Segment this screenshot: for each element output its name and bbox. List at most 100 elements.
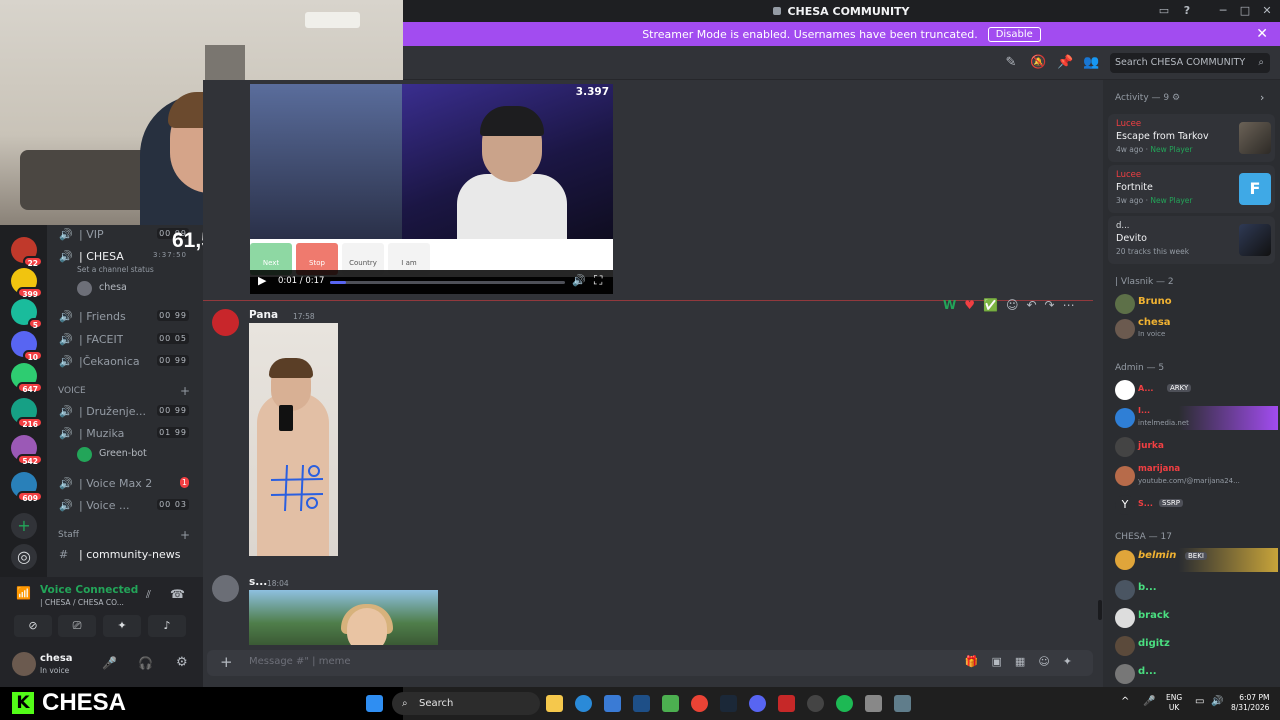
close-window-button[interactable]: ✕ (1259, 3, 1275, 19)
voice-user[interactable]: Green-bot (77, 446, 197, 464)
volume-icon[interactable]: 🔊 (572, 274, 586, 287)
threads-icon[interactable]: ✎ (1003, 55, 1019, 71)
avatar[interactable] (212, 575, 239, 602)
server-icon[interactable]: 22 (11, 237, 43, 268)
discover-icon[interactable]: ◎ (11, 544, 37, 570)
scrollbar-thumb[interactable] (1098, 600, 1102, 620)
app-icon[interactable] (633, 695, 650, 712)
volume-icon[interactable]: 🔊 (1211, 697, 1223, 707)
deafen-icon[interactable]: 🎧 (138, 656, 153, 670)
camera-off-button[interactable]: ⊘ (14, 615, 52, 637)
member-item[interactable]: digitz (1113, 634, 1278, 658)
activity-card[interactable]: Lucee Escape from Tarkov 4w ago · New Pl… (1108, 114, 1275, 162)
minimize-button[interactable]: ─ (1215, 3, 1231, 19)
member-item[interactable]: brack (1113, 606, 1278, 630)
notification-icon[interactable]: 🔕 (1030, 55, 1046, 71)
member-item[interactable]: Bruno (1113, 292, 1278, 316)
settings-icon[interactable] (865, 695, 882, 712)
message-image[interactable] (249, 323, 338, 556)
more-icon[interactable]: ⋯ (1063, 298, 1075, 312)
screen-share-button[interactable]: ⎚ (58, 615, 96, 637)
avatar[interactable] (212, 309, 239, 336)
channel-cekaonica[interactable]: 🔊 |Čekaonica 00 99 (47, 352, 203, 374)
fullscreen-icon[interactable]: ⛶ (594, 273, 602, 288)
member-item[interactable]: I... intelmedia.net (1113, 406, 1278, 430)
channel-voice-max[interactable]: 🔊 | Voice Max 2 1 (47, 474, 203, 496)
video-embed[interactable]: 3.397 Next Stop Country I am ▶ 0:01 / 0:… (250, 84, 613, 294)
app-icon[interactable] (807, 695, 824, 712)
activity-card[interactable]: d... Devito 20 tracks this week (1108, 216, 1275, 264)
emoji-icon[interactable]: ☺ (1038, 655, 1062, 668)
chrome-icon[interactable] (691, 695, 708, 712)
reply-icon[interactable]: ↶ (1026, 298, 1036, 312)
discord-icon[interactable] (749, 695, 766, 712)
server-icon[interactable]: 399 (11, 268, 43, 299)
close-banner-icon[interactable]: ✕ (1256, 26, 1268, 42)
spotify-icon[interactable] (836, 695, 853, 712)
disable-streamer-mode-button[interactable]: Disable (987, 26, 1041, 42)
sticker-icon[interactable]: ▦ (1015, 655, 1038, 668)
avatar[interactable] (12, 652, 36, 676)
help-icon[interactable]: ? (1179, 3, 1195, 19)
chevron-right-icon[interactable]: › (1260, 91, 1264, 104)
server-icon[interactable]: 609 (11, 472, 43, 503)
add-channel-icon[interactable]: + (180, 528, 190, 542)
add-server-icon[interactable]: + (11, 513, 37, 539)
settings-gear-icon[interactable]: ⚙ (176, 655, 188, 670)
member-item[interactable]: A... ARKY (1113, 378, 1278, 402)
gear-icon[interactable]: ⚙ (1172, 93, 1180, 103)
shield-icon[interactable] (778, 695, 795, 712)
clock[interactable]: 6:07 PM 8/31/2026 (1231, 693, 1269, 713)
inbox-icon[interactable]: ▭ (1156, 3, 1172, 19)
microphone-icon[interactable]: 🎤 (1143, 697, 1155, 707)
edge-icon[interactable] (575, 695, 592, 712)
steam-icon[interactable] (720, 695, 737, 712)
file-explorer-icon[interactable] (546, 695, 563, 712)
tray-chevron-icon[interactable]: ^ (1121, 697, 1129, 707)
server-icon[interactable]: 542 (11, 435, 43, 466)
server-icon[interactable]: 647 (11, 363, 43, 394)
heart-reaction-icon[interactable]: ♥ (964, 298, 975, 312)
gif-icon[interactable]: ▣ (992, 655, 1015, 668)
voice-user[interactable]: chesa (77, 280, 197, 298)
mute-icon[interactable]: 🎤 (102, 656, 117, 670)
member-item[interactable]: chesa In voice (1113, 317, 1278, 341)
check-reaction-icon[interactable]: ✅ (983, 298, 998, 312)
noise-suppression-icon[interactable]: ⫽ (146, 588, 151, 602)
video-progress-bar[interactable] (330, 281, 565, 284)
member-item[interactable]: Y S... SSRP (1113, 493, 1278, 517)
soundboard-button[interactable]: ♪ (148, 615, 186, 637)
activities-button[interactable]: ✦ (103, 615, 141, 637)
channel-druzenje[interactable]: 🔊 | Druženje... 00 99 (47, 402, 203, 424)
member-item[interactable]: jurka (1113, 435, 1278, 459)
w-reaction-icon[interactable]: W (943, 298, 956, 312)
channel-friends[interactable]: 🔊 | Friends 00 99 (47, 307, 203, 329)
message-composer[interactable]: + Message #" | meme 🎁▣▦☺✦ (207, 650, 1093, 676)
member-item[interactable]: marijana youtube.com/@marijana24... (1113, 464, 1278, 488)
add-reaction-icon[interactable]: ☺ (1006, 298, 1019, 312)
minecraft-icon[interactable] (662, 695, 679, 712)
channel-status[interactable]: Set a channel status (77, 265, 154, 274)
network-icon[interactable]: ▭ (1195, 697, 1204, 707)
message-author[interactable]: s... (249, 576, 267, 588)
store-icon[interactable] (604, 695, 621, 712)
server-icon[interactable]: 5 (11, 299, 43, 330)
activity-card[interactable]: Lucee Fortnite 3w ago · New Player F (1108, 165, 1275, 213)
taskbar-search[interactable]: ⌕ Search (392, 692, 540, 715)
upload-plus-icon[interactable]: + (220, 653, 233, 671)
member-item[interactable]: belmin BEKI (1113, 548, 1278, 572)
message-author[interactable]: Pana (249, 309, 278, 321)
category-voice[interactable]: VOICE + (58, 384, 190, 398)
disconnect-icon[interactable]: ☎ (170, 587, 185, 601)
apps-icon[interactable]: ✦ (1063, 655, 1085, 668)
member-list-icon[interactable]: 👥 (1083, 55, 1099, 71)
forward-icon[interactable]: ↷ (1045, 298, 1055, 312)
server-icon[interactable]: 10 (11, 331, 43, 362)
channel-voice[interactable]: 🔊 | Voice ... 00 03 (47, 496, 203, 518)
calculator-icon[interactable] (894, 695, 911, 712)
server-icon[interactable]: 216 (11, 398, 43, 429)
channel-faceit[interactable]: 🔊 | FACEIT 00 05 (47, 330, 203, 352)
search-input[interactable]: Search CHESA COMMUNITY ⌕ (1110, 53, 1270, 73)
voice-status-channel[interactable]: | CHESA / CHESA CO... (40, 598, 124, 607)
start-menu-icon[interactable] (366, 695, 383, 712)
